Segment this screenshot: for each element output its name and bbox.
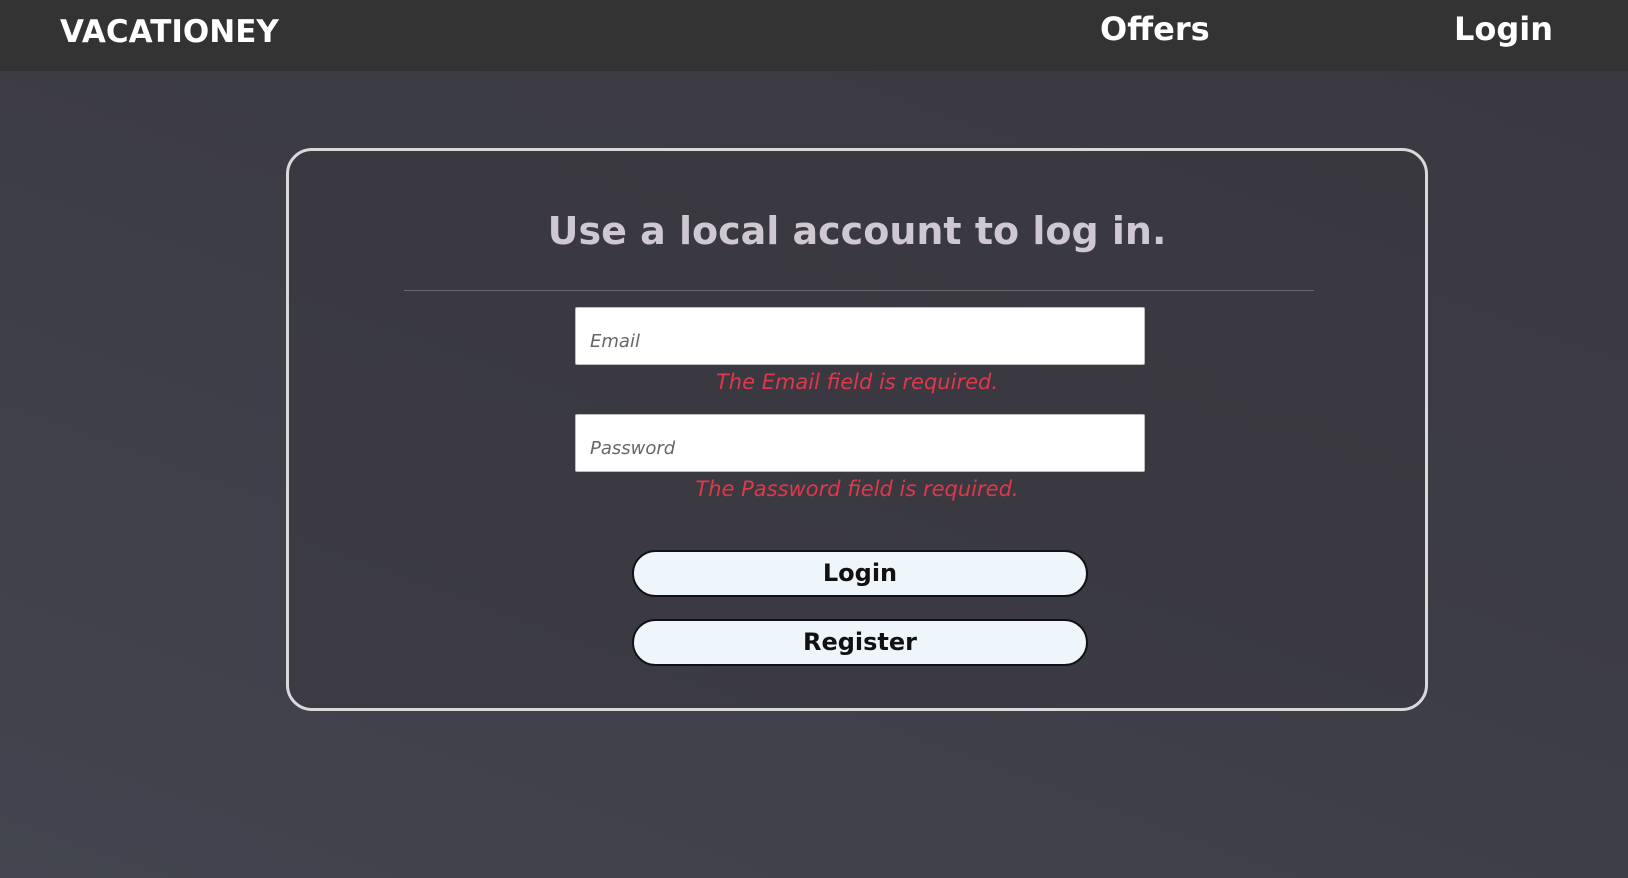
password-input[interactable]	[575, 414, 1145, 472]
email-input[interactable]	[575, 307, 1145, 365]
brand-logo-link[interactable]: VACATIONEY	[60, 14, 279, 50]
password-error-message: The Password field is required.	[695, 477, 1019, 501]
login-title: Use a local account to log in.	[547, 209, 1167, 253]
email-error-message: The Email field is required.	[715, 370, 999, 394]
login-button[interactable]: Login	[632, 550, 1088, 597]
login-card: Use a local account to log in. The Email…	[286, 148, 1428, 711]
nav-link-offers[interactable]: Offers	[1100, 10, 1210, 48]
title-divider	[404, 290, 1314, 291]
register-button[interactable]: Register	[632, 619, 1088, 666]
navbar: VACATIONEY Offers Login	[0, 0, 1628, 71]
nav-link-login[interactable]: Login	[1454, 10, 1553, 48]
